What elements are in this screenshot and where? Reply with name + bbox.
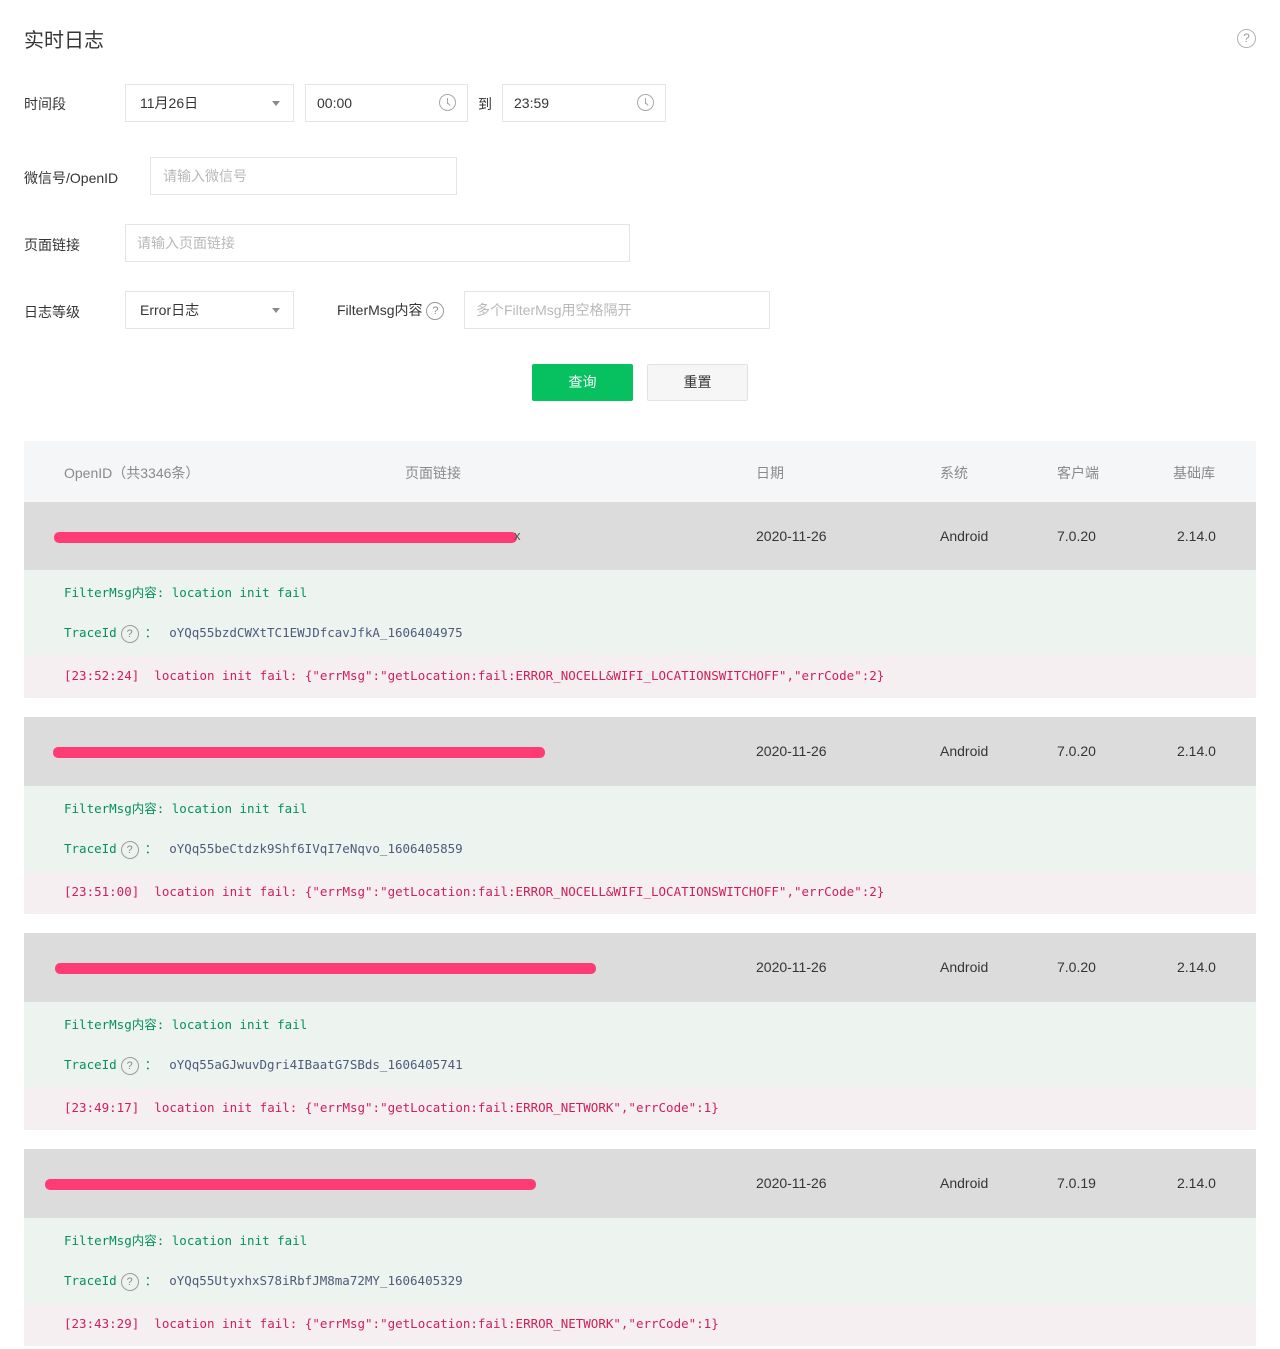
trace-line: TraceId? ： oYQq55beCtdzk9Shf6IVqI7eNqvo_16…: [64, 838, 463, 859]
log-detail: FilterMsg内容: location init fail TraceId?…: [24, 1002, 1256, 1087]
trace-line: TraceId? ： oYQq55UtyxhxS78iRbfJM8ma72MY_16…: [64, 1270, 463, 1291]
col-date: 日期: [756, 465, 784, 481]
filtermsg-label: FilterMsg内容: [337, 302, 423, 318]
row-lib: 2.14.0: [1177, 959, 1216, 975]
row-client: 7.0.20: [1057, 743, 1096, 759]
log-level-select[interactable]: Error日志: [125, 291, 294, 329]
filter-msg: FilterMsg内容: location init fail: [64, 1017, 308, 1032]
wechat-input[interactable]: 请输入微信号: [150, 157, 457, 195]
redaction-mark: [54, 532, 517, 543]
redaction-mark: [53, 747, 545, 758]
question-circle-icon[interactable]: ?: [120, 624, 139, 643]
clock-icon: [439, 94, 456, 111]
trace-line: TraceId? ： oYQq55bzdCWXtTC1EWJDfcavJfkA_16…: [64, 622, 463, 643]
col-system: 系统: [940, 465, 968, 481]
row-system: Android: [940, 1175, 989, 1191]
log-detail: FilterMsg内容: location init fail TraceId?…: [24, 786, 1256, 871]
filtermsg-input[interactable]: 多个FilterMsg用空格隔开: [464, 291, 770, 329]
question-circle-icon[interactable]: ?: [120, 1056, 139, 1075]
trace-colon: ：: [144, 1057, 158, 1072]
redaction-mark: [55, 963, 596, 974]
log-message: [23:43:29] location init fail: {"errMsg"…: [64, 1316, 719, 1331]
question-circle-icon[interactable]: ?: [120, 1272, 139, 1291]
row-lib: 2.14.0: [1177, 743, 1216, 759]
chevron-down-icon: [272, 308, 280, 313]
trace-id: oYQq55bzdCWXtTC1EWJDfcavJfkA_1606404975: [169, 625, 463, 640]
trace-colon: ：: [144, 625, 158, 640]
start-time-input[interactable]: 00:00: [305, 84, 468, 122]
trace-colon: ：: [144, 841, 158, 856]
chevron-down-icon: [272, 101, 280, 106]
table-row[interactable]: 2020-11-26 Android 7.0.20 2.14.0: [24, 717, 1256, 787]
trace-id: oYQq55beCtdzk9Shf6IVqI7eNqvo_1606405859: [169, 841, 463, 856]
col-lib: 基础库: [1173, 465, 1215, 481]
filter-msg: FilterMsg内容: location init fail: [64, 1233, 308, 1248]
row-date: 2020-11-26: [756, 959, 827, 975]
end-time-input[interactable]: 23:59: [502, 84, 666, 122]
log-message-row: [23:52:24] location init fail: {"errMsg"…: [24, 655, 1256, 698]
query-button[interactable]: 查询: [532, 364, 633, 401]
row-date: 2020-11-26: [756, 743, 827, 759]
trace-id: oYQq55aGJwuvDgri4IBaatG7SBds_1606405741: [169, 1057, 463, 1072]
row-client: 7.0.19: [1057, 1175, 1096, 1191]
trace-line: TraceId? ： oYQq55aGJwuvDgri4IBaatG7SBds_16…: [64, 1054, 463, 1075]
row-system: Android: [940, 959, 989, 975]
start-time-value: 00:00: [317, 95, 353, 111]
trace-label: TraceId: [64, 625, 117, 640]
end-time-value: 23:59: [514, 95, 550, 111]
question-circle-icon[interactable]: ?: [426, 302, 445, 321]
date-select[interactable]: 11月26日: [125, 84, 294, 122]
row-client: 7.0.20: [1057, 528, 1096, 544]
table-row[interactable]: 2020-11-26 Android 7.0.20 2.14.0: [24, 933, 1256, 1003]
log-level-label: 日志等级: [24, 304, 80, 320]
trace-colon: ：: [144, 1273, 158, 1288]
log-message: [23:52:24] location init fail: {"errMsg"…: [64, 668, 885, 683]
col-openid: OpenID（共3346条）: [64, 465, 200, 481]
log-message-row: [23:51:00] location init fail: {"errMsg"…: [24, 871, 1256, 914]
table-row[interactable]: 2020-11-26 Android 7.0.19 2.14.0: [24, 1149, 1256, 1219]
log-message-row: [23:49:17] location init fail: {"errMsg"…: [24, 1087, 1256, 1130]
wechat-label: 微信号/OpenID: [24, 170, 119, 186]
redaction-mark: [45, 1179, 536, 1190]
to-label: 到: [478, 96, 492, 112]
log-detail: FilterMsg内容: location init fail TraceId?…: [24, 1218, 1256, 1303]
page-link-placeholder: 请输入页面链接: [137, 235, 235, 251]
openid-tail: x: [514, 528, 521, 543]
trace-label: TraceId: [64, 841, 117, 856]
row-lib: 2.14.0: [1177, 1175, 1216, 1191]
filter-msg: FilterMsg内容: location init fail: [64, 585, 308, 600]
clock-icon: [637, 94, 654, 111]
page-title: 实时日志: [24, 30, 104, 52]
row-lib: 2.14.0: [1177, 528, 1216, 544]
row-date: 2020-11-26: [756, 1175, 827, 1191]
filtermsg-label-group: FilterMsg内容 ?: [337, 300, 445, 321]
col-page-link: 页面链接: [405, 465, 461, 481]
log-message: [23:49:17] location init fail: {"errMsg"…: [64, 1100, 719, 1115]
help-icon[interactable]: ?: [1237, 29, 1256, 48]
table-row[interactable]: x 2020-11-26 Android 7.0.20 2.14.0: [24, 502, 1256, 572]
row-system: Android: [940, 528, 989, 544]
log-detail: FilterMsg内容: location init fail TraceId?…: [24, 570, 1256, 655]
trace-label: TraceId: [64, 1057, 117, 1072]
log-message: [23:51:00] location init fail: {"errMsg"…: [64, 884, 885, 899]
row-date: 2020-11-26: [756, 528, 827, 544]
date-select-value: 11月26日: [140, 95, 199, 111]
page-link-input[interactable]: 请输入页面链接: [125, 224, 630, 262]
time-range-label: 时间段: [24, 96, 66, 112]
log-level-value: Error日志: [140, 302, 200, 318]
table-header: OpenID（共3346条） 页面链接 日期 系统 客户端 基础库: [24, 441, 1256, 502]
question-circle-icon[interactable]: ?: [120, 840, 139, 859]
row-client: 7.0.20: [1057, 959, 1096, 975]
log-message-row: [23:43:29] location init fail: {"errMsg"…: [24, 1303, 1256, 1346]
page-link-label: 页面链接: [24, 237, 80, 253]
filtermsg-placeholder: 多个FilterMsg用空格隔开: [476, 302, 632, 318]
row-system: Android: [940, 743, 989, 759]
col-client: 客户端: [1057, 465, 1099, 481]
trace-label: TraceId: [64, 1273, 117, 1288]
wechat-placeholder: 请输入微信号: [163, 168, 247, 184]
reset-button[interactable]: 重置: [647, 364, 748, 401]
filter-msg: FilterMsg内容: location init fail: [64, 801, 308, 816]
trace-id: oYQq55UtyxhxS78iRbfJM8ma72MY_1606405329: [169, 1273, 463, 1288]
